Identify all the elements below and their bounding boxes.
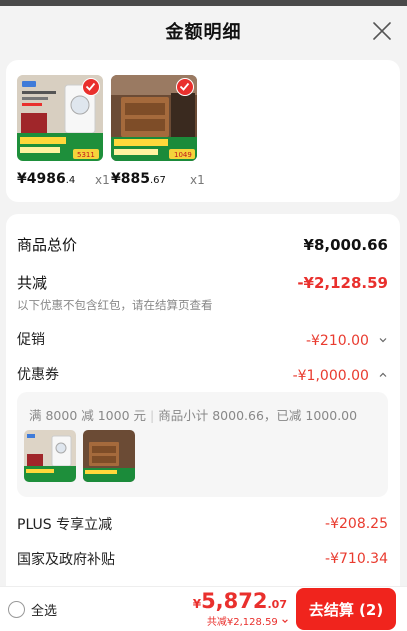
svg-text:1049: 1049 [174,151,192,159]
total-row: 商品总价 ¥8,000.66 [17,234,388,255]
plus-row: PLUS 专享立减 -¥208.25 [17,514,388,534]
subsidy-row: 国家及政府补贴 -¥710.34 [17,549,388,569]
product-quantity: x1 [190,173,205,187]
svg-text:5311: 5311 [77,151,95,159]
product-item[interactable]: 1049 ¥885.67 x1 [111,75,291,190]
coupon-product-image-cabinet [83,430,135,482]
total-label: 商品总价 [17,236,78,254]
chevron-down-icon[interactable] [281,617,289,625]
coupon-product-image-washer [24,430,76,482]
total-price: ¥5,872.07 [192,589,287,613]
discount-label: 共减 [17,274,48,292]
price-details-card: 商品总价 ¥8,000.66 共减 -¥2,128.59 以下优惠不包含红包，请… [6,214,400,594]
product-image-cabinet[interactable]: 1049 [111,75,197,161]
products-card: 5311 ¥4986.4 x1 1049 ¥885.67 x1 [6,60,400,202]
product-price: ¥4986.4 [17,171,76,187]
close-icon[interactable] [371,20,393,42]
page-title: 金额明细 [165,22,242,43]
coupon-label: 优惠券 [17,367,59,383]
chevron-up-icon[interactable] [378,370,388,380]
coupon-value: -¥1,000.00 [292,367,369,384]
plus-label: PLUS 专享立减 [17,517,113,533]
coupon-value-group: -¥1,000.00 [293,365,388,384]
coupon-detail-text: 满 8000 减 1000 元 | 商品小计 8000.66，已减 1000.00 [29,408,358,423]
subsidy-value: -¥710.34 [325,551,388,567]
promo-value-group: -¥210.00 [306,330,388,349]
select-all-radio[interactable] [8,601,25,618]
coupon-rule: 满 8000 减 1000 元 [29,408,147,423]
coupon-detail-box: 满 8000 减 1000 元 | 商品小计 8000.66，已减 1000.00 [17,392,388,497]
discount-row: 共减 -¥2,128.59 [17,272,388,293]
checkout-button[interactable]: 去结算 (2) [296,588,396,630]
coupon-row[interactable]: 优惠券 -¥1,000.00 [17,364,388,384]
product-image-washer[interactable]: 5311 [17,75,103,161]
promo-value: -¥210.00 [305,332,369,349]
discount-note: 以下优惠不包含红包，请在结算页查看 [17,298,213,312]
product-quantity: x1 [95,173,110,187]
selected-check-icon[interactable] [82,78,100,96]
subsidy-label: 国家及政府补贴 [17,552,115,568]
chevron-down-icon[interactable] [378,335,388,345]
promo-row[interactable]: 促销 -¥210.00 [17,329,388,349]
modal-header: 金额明细 [0,6,407,56]
bottom-discount[interactable]: 共减¥2,128.59 [207,613,289,628]
coupon-subtotal: 商品小计 8000.66，已减 1000.00 [158,408,358,423]
plus-value: -¥208.25 [325,516,388,532]
product-price: ¥885.67 [111,171,166,187]
bottom-bar: 全选 ¥5,872.07 共减¥2,128.59 去结算 (2) [0,586,407,631]
select-all-label[interactable]: 全选 [31,600,57,619]
total-value: ¥8,000.66 [303,235,388,254]
promo-label: 促销 [17,332,45,348]
discount-value: -¥2,128.59 [297,273,388,292]
selected-check-icon[interactable] [176,78,194,96]
